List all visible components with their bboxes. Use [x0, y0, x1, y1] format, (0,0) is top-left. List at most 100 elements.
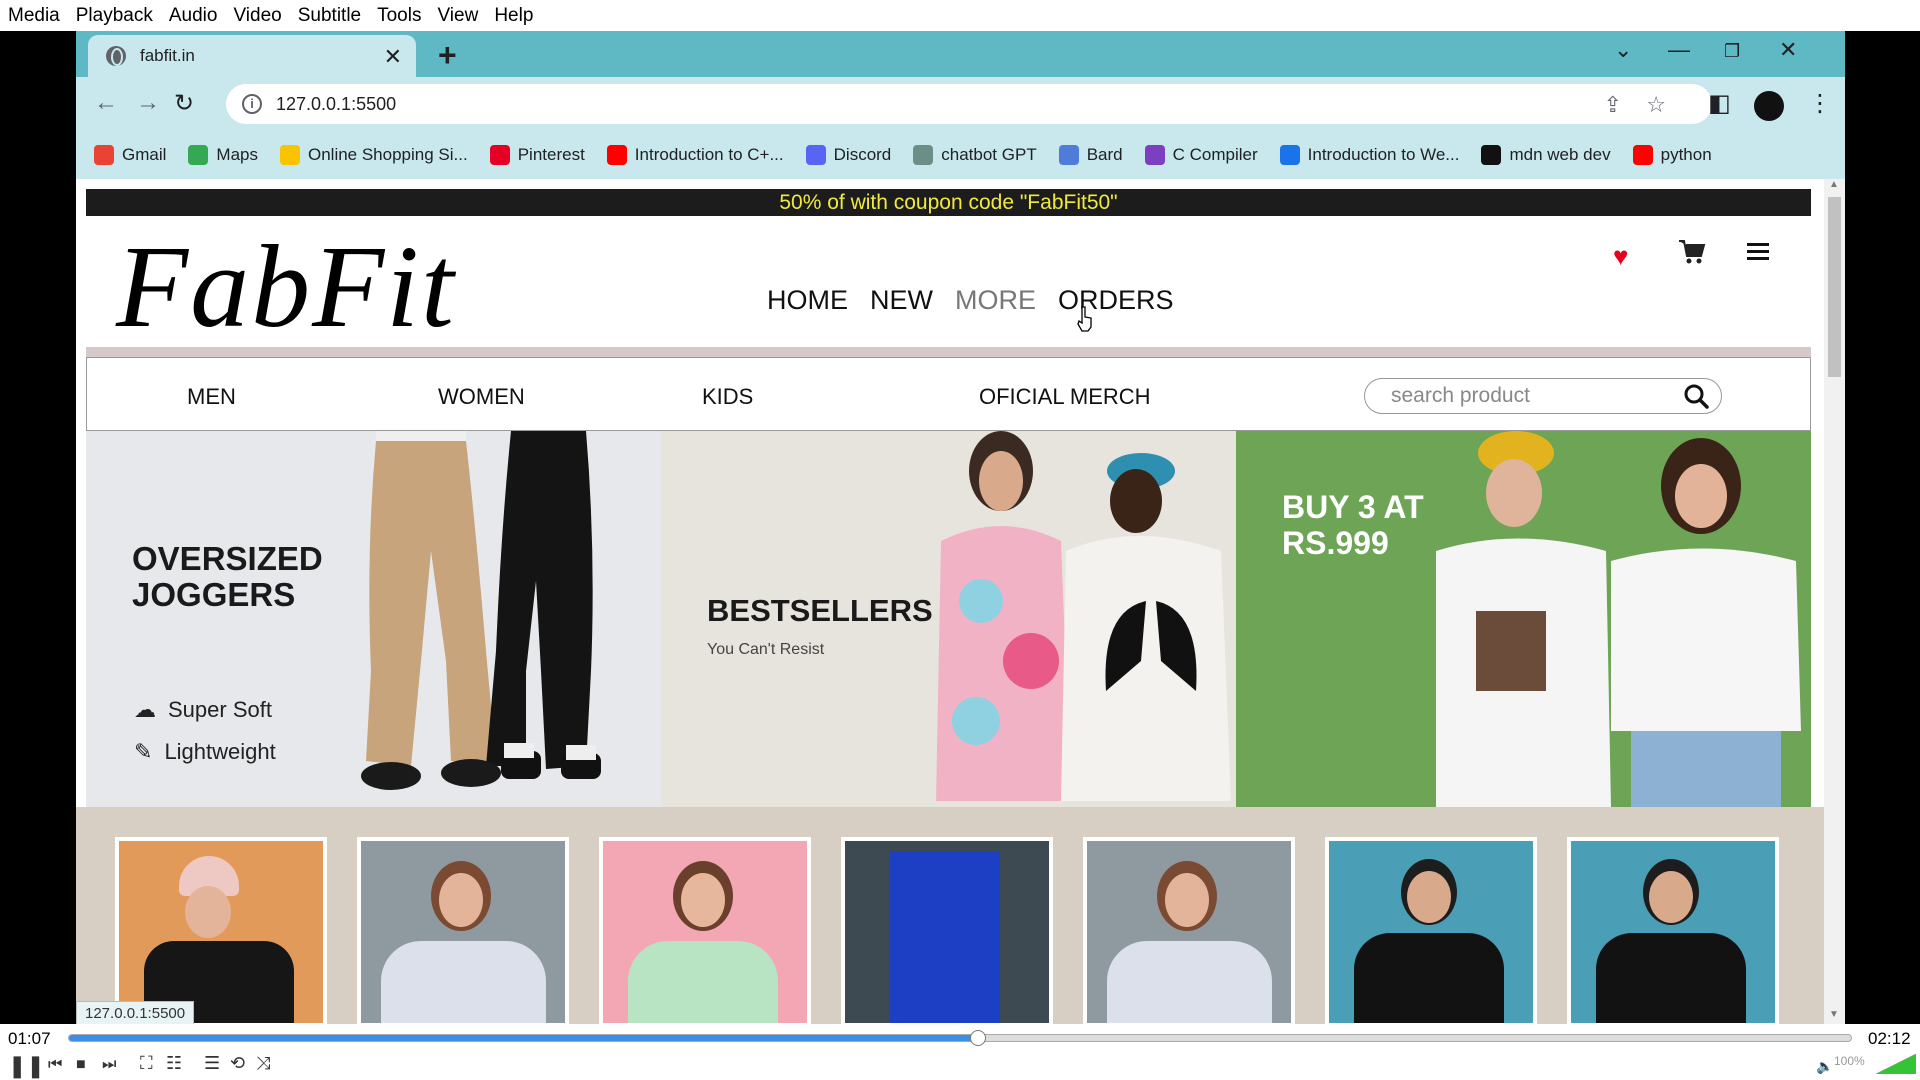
category-bar: MEN WOMEN KIDS OFICIAL MERCH search prod…: [86, 357, 1811, 431]
vlc-controls: 01:07 02:12 ❚❚ ⏮ ■ ⏭ ⛶ ☷ ☰ ⟲ ⤨ 100% 🔈: [0, 1024, 1920, 1080]
pause-button[interactable]: ❚❚: [8, 1053, 45, 1079]
category-official-merch[interactable]: OFICIAL MERCH: [979, 384, 1151, 410]
category-women[interactable]: WOMEN: [438, 384, 525, 410]
site-logo[interactable]: FabFit: [116, 219, 456, 355]
back-arrow-icon[interactable]: ←: [94, 89, 118, 117]
bookmark-label: chatbot GPT: [941, 145, 1037, 164]
bookmark-item[interactable]: Bard: [1058, 145, 1123, 165]
side-panel-icon[interactable]: ◧: [1708, 89, 1731, 118]
bookmark-item[interactable]: Pinterest: [489, 145, 585, 165]
product-image: [845, 841, 1049, 1023]
profile-avatar[interactable]: [1754, 91, 1784, 121]
bookmark-label: python: [1660, 145, 1712, 164]
previous-button[interactable]: ⏮: [48, 1056, 62, 1074]
feature-super-soft: ☁ Super Soft: [134, 697, 272, 723]
bookmark-favicon-icon: [1144, 145, 1165, 165]
page-scrollbar[interactable]: ▲ ▼: [1824, 179, 1845, 1024]
hero-banners: OVERSIZED JOGGERS ☁ Super Soft ✎ Lightwe…: [86, 431, 1811, 807]
seek-bar[interactable]: [68, 1030, 1852, 1046]
address-bar[interactable]: i 127.0.0.1:5500 ⇪ ☆: [226, 84, 1712, 124]
site-info-icon[interactable]: i: [242, 94, 262, 114]
scroll-up-icon[interactable]: ▲: [1829, 179, 1839, 190]
reload-icon[interactable]: ↻: [174, 89, 194, 118]
shuffle-button[interactable]: ⤨: [256, 1053, 270, 1074]
bookmark-favicon-icon: [805, 145, 826, 165]
bookmark-star-icon[interactable]: ☆: [1646, 92, 1666, 118]
scroll-down-icon[interactable]: ▼: [1829, 1009, 1839, 1020]
product-card[interactable]: [1083, 837, 1295, 1024]
product-strip: [76, 807, 1845, 1024]
banner3-title-line2: RS.999: [1282, 525, 1389, 561]
close-window-button[interactable]: ✕: [1779, 37, 1797, 63]
minimize-button[interactable]: —: [1668, 37, 1690, 63]
bookmark-item[interactable]: mdn web dev: [1481, 145, 1611, 165]
product-card[interactable]: [1325, 837, 1537, 1024]
tab-search-chevron-icon[interactable]: ⌄: [1614, 37, 1632, 63]
bookmark-item[interactable]: Gmail: [94, 145, 166, 165]
buy3-models-image: [1436, 431, 1801, 807]
browser-menu-icon[interactable]: ⋮: [1808, 89, 1832, 118]
bookmark-favicon-icon: [489, 145, 510, 165]
loop-button[interactable]: ⟲: [230, 1053, 245, 1074]
bookmark-item[interactable]: C Compiler: [1144, 145, 1258, 165]
bookmark-item[interactable]: Introduction to C+...: [606, 145, 784, 165]
share-icon[interactable]: ⇪: [1604, 92, 1622, 118]
product-card[interactable]: [841, 837, 1053, 1024]
browser-tab[interactable]: fabfit.in ✕: [88, 35, 416, 77]
bookmark-favicon-icon: [1058, 145, 1079, 165]
menu-help[interactable]: Help: [494, 5, 541, 27]
bookmark-favicon-icon: [1632, 145, 1653, 165]
bookmark-item[interactable]: python: [1632, 145, 1712, 165]
category-kids[interactable]: KIDS: [702, 384, 753, 410]
product-card[interactable]: [599, 837, 811, 1024]
scrollbar-thumb[interactable]: [1828, 197, 1841, 377]
bookmark-label: mdn web dev: [1509, 145, 1611, 164]
browser-toolbar: ← → ↻ i 127.0.0.1:5500 ⇪ ☆ ◧ ⋮: [76, 77, 1845, 131]
banner-buy-3[interactable]: BUY 3 AT RS.999: [1236, 431, 1811, 807]
forward-arrow-icon[interactable]: →: [136, 89, 160, 117]
close-tab-icon[interactable]: ✕: [384, 44, 402, 70]
menu-subtitle[interactable]: Subtitle: [298, 5, 369, 27]
banner-bestsellers[interactable]: BESTSELLERS You Can't Resist: [661, 431, 1236, 807]
cart-icon[interactable]: [1678, 239, 1706, 265]
fullscreen-button[interactable]: ⛶: [140, 1053, 153, 1074]
nav-home[interactable]: HOME: [767, 285, 848, 316]
cloud-icon: ☁: [134, 697, 156, 722]
category-men[interactable]: MEN: [187, 384, 236, 410]
hamburger-menu-icon[interactable]: [1746, 241, 1770, 263]
banner-oversized-joggers[interactable]: OVERSIZED JOGGERS ☁ Super Soft ✎ Lightwe…: [86, 431, 661, 807]
product-card[interactable]: [115, 837, 327, 1024]
product-card[interactable]: [1567, 837, 1779, 1024]
menu-tools[interactable]: Tools: [377, 5, 429, 27]
new-tab-button[interactable]: +: [438, 37, 457, 74]
next-button[interactable]: ⏭: [102, 1056, 116, 1074]
bookmark-item[interactable]: Introduction to We...: [1279, 145, 1459, 165]
playlist-button[interactable]: ☰: [204, 1053, 220, 1074]
menu-media[interactable]: Media: [8, 5, 68, 27]
speaker-icon[interactable]: 🔈: [1816, 1058, 1833, 1075]
web-page: 50% of with coupon code "FabFit50" FabFi…: [76, 179, 1845, 1024]
menu-playback[interactable]: Playback: [76, 5, 161, 27]
search-icon[interactable]: [1683, 383, 1709, 409]
stop-button[interactable]: ■: [76, 1056, 86, 1074]
seek-handle[interactable]: [969, 1030, 986, 1046]
wishlist-heart-icon[interactable]: ♥: [1613, 241, 1628, 272]
search-input[interactable]: search product: [1364, 378, 1722, 414]
nav-more[interactable]: MORE: [955, 285, 1036, 316]
volume-slider[interactable]: [1876, 1054, 1916, 1074]
nav-new[interactable]: NEW: [870, 285, 933, 316]
menu-view[interactable]: View: [437, 5, 486, 27]
bookmark-item[interactable]: chatbot GPT: [913, 145, 1037, 165]
menu-video[interactable]: Video: [233, 5, 289, 27]
menu-audio[interactable]: Audio: [169, 5, 226, 27]
bookmark-item[interactable]: Maps: [188, 145, 258, 165]
product-image: [1329, 841, 1533, 1023]
product-card[interactable]: [357, 837, 569, 1024]
bookmark-label: Pinterest: [517, 145, 585, 164]
product-image: [603, 841, 807, 1023]
extended-settings-button[interactable]: ☷: [166, 1053, 182, 1074]
bookmark-item[interactable]: Online Shopping Si...: [279, 145, 468, 165]
bookmark-item[interactable]: Discord: [805, 145, 891, 165]
joggers-model-image: [361, 431, 601, 790]
restore-button[interactable]: ❐: [1724, 41, 1740, 62]
